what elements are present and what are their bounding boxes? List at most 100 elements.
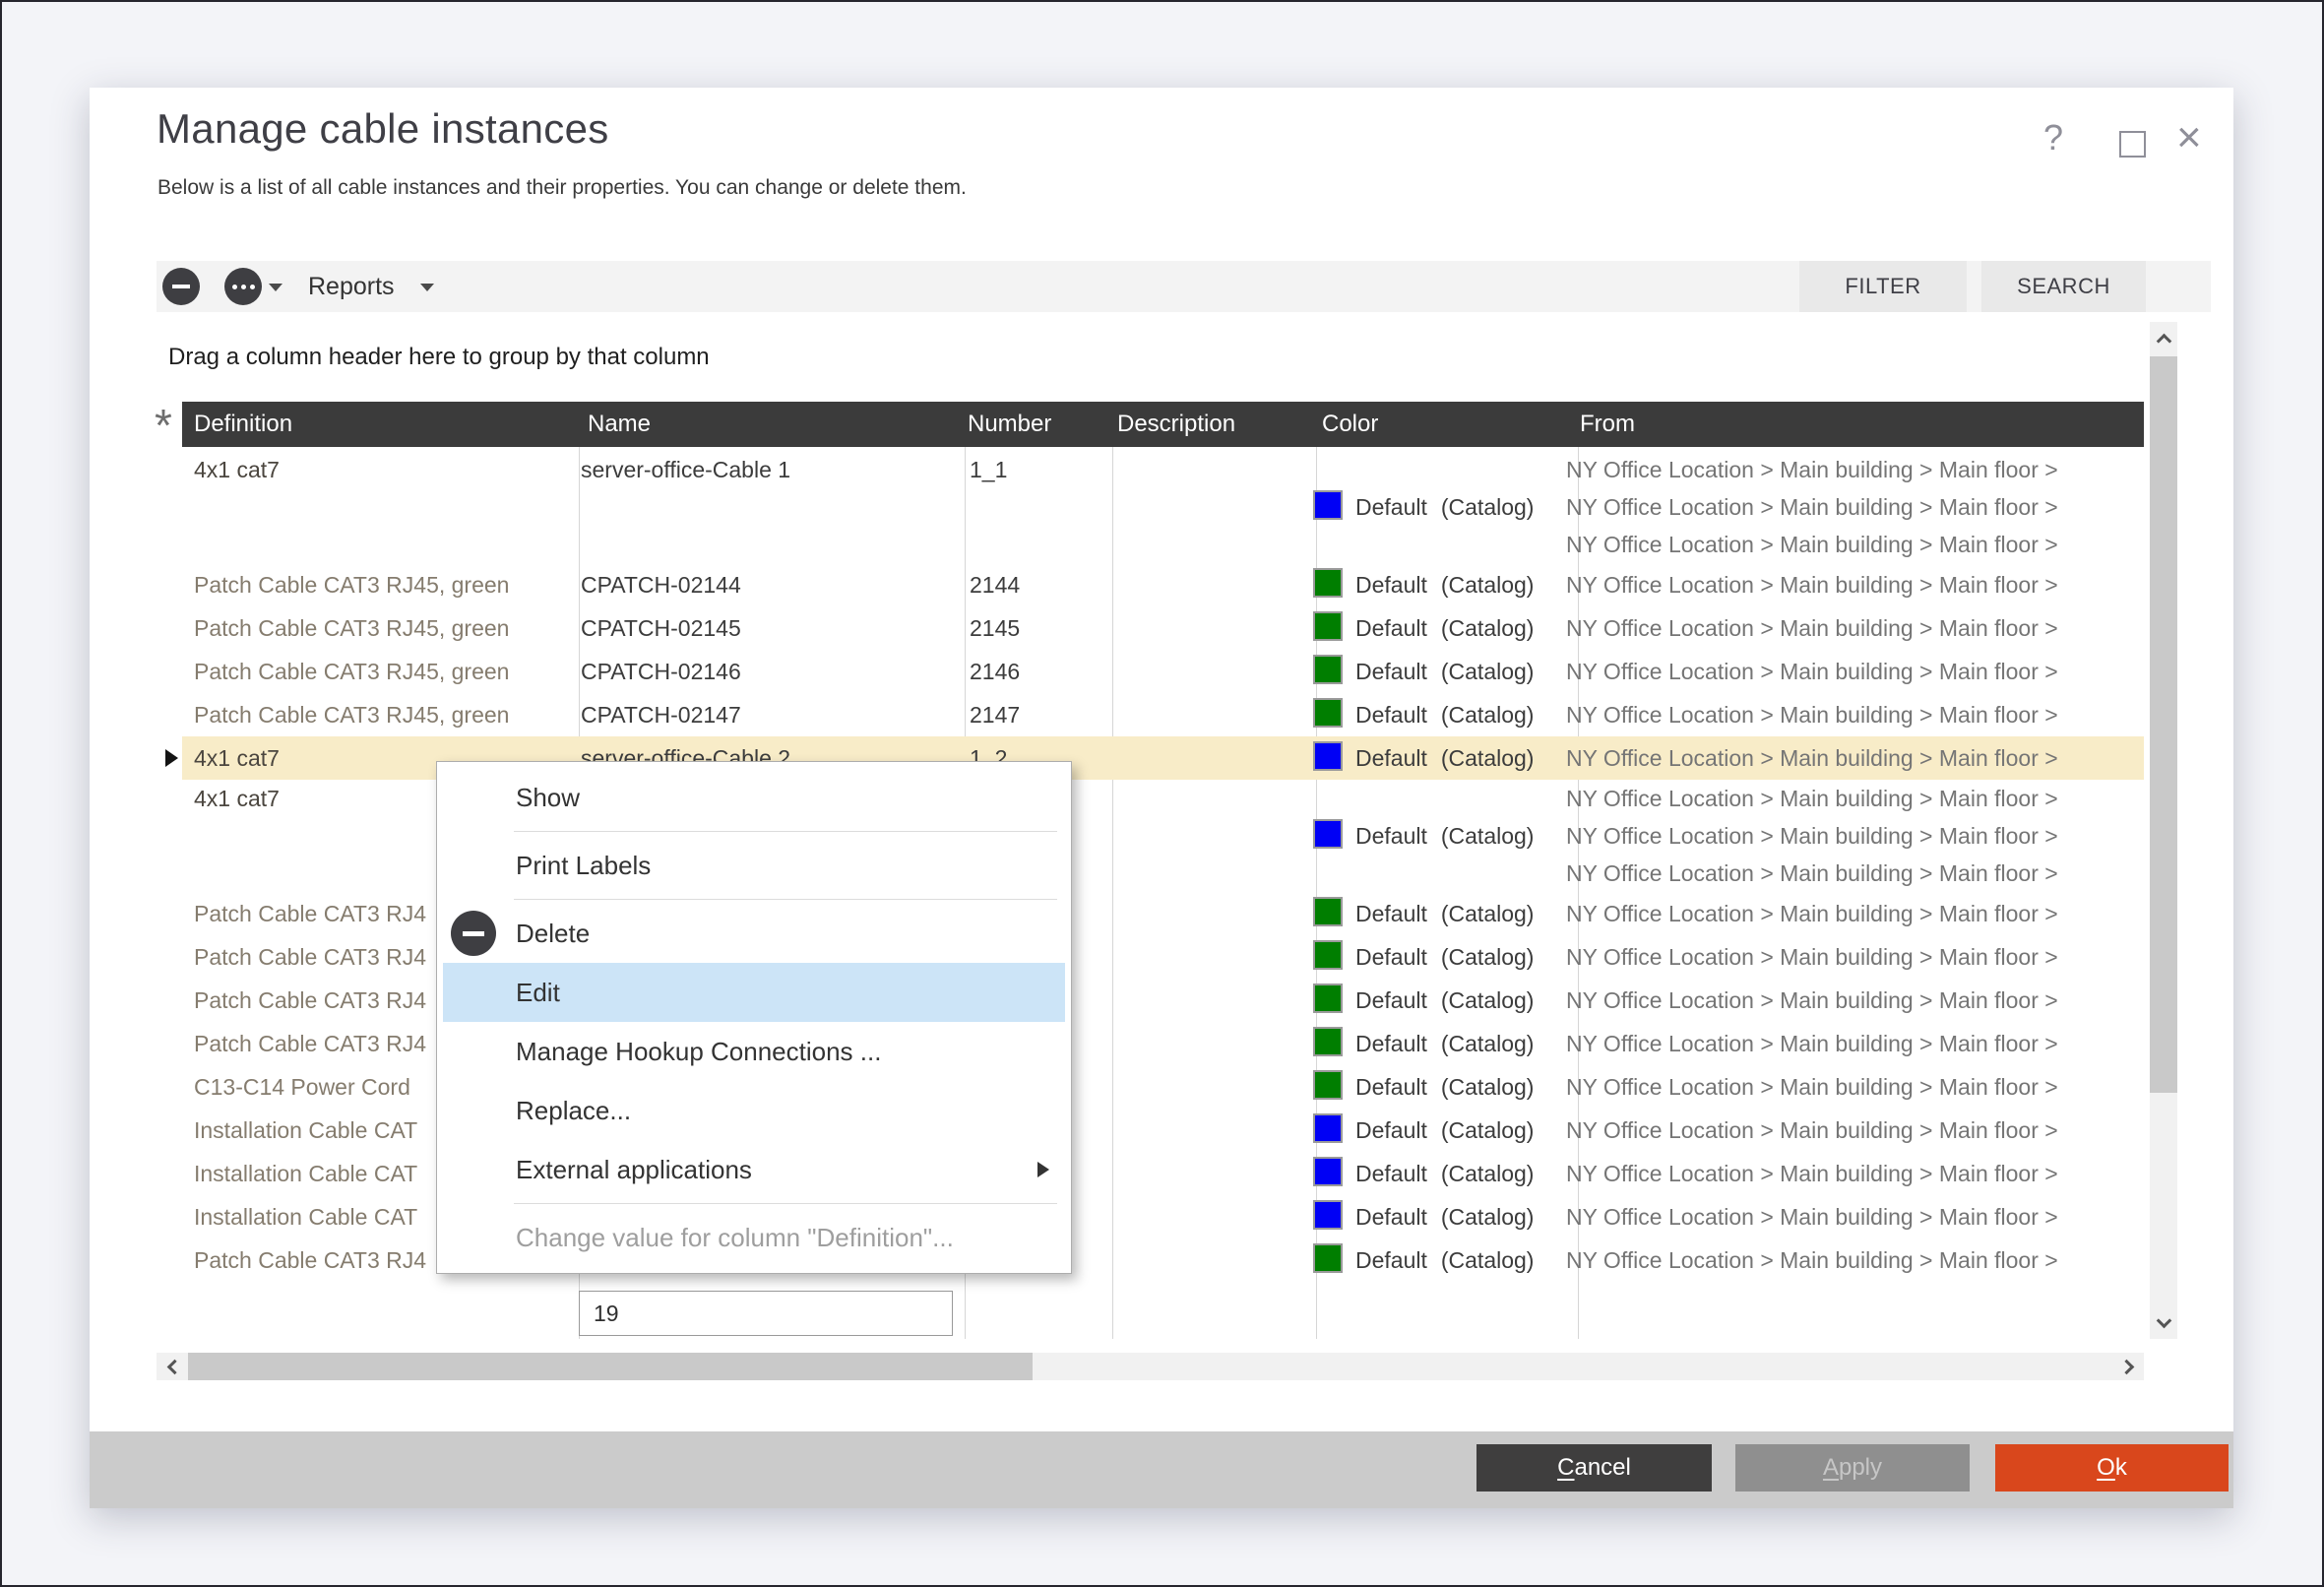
table-row[interactable]: Default(Catalog)NY Office Location > Mai…	[182, 488, 2144, 526]
cell-definition: Patch Cable CAT3 RJ45, green	[194, 606, 509, 650]
cell-color-label: Default(Catalog)	[1355, 650, 1534, 693]
cancel-button[interactable]: Cancel	[1476, 1444, 1712, 1492]
menu-item-label: Change value for column "Definition"...	[516, 1223, 954, 1252]
column-header-name[interactable]: Name	[588, 402, 651, 447]
color-swatch	[1313, 897, 1343, 926]
color-swatch	[1313, 1027, 1343, 1056]
chevron-down-icon[interactable]	[269, 284, 283, 291]
cell-from: NY Office Location > Main building > Mai…	[1566, 451, 2058, 488]
scroll-left-button[interactable]	[157, 1353, 188, 1380]
cell-definition: Patch Cable CAT3 RJ4	[194, 1238, 426, 1282]
menu-separator	[514, 831, 1057, 832]
page-subtitle: Below is a list of all cable instances a…	[157, 176, 967, 200]
color-source-label: (Catalog)	[1441, 702, 1535, 728]
table-row[interactable]: 4x1 cat7server-office-Cable 11_1NY Offic…	[182, 451, 2144, 488]
cell-from: NY Office Location > Main building > Mai…	[1566, 693, 2058, 736]
color-swatch	[1313, 819, 1343, 849]
cell-from: NY Office Location > Main building > Mai…	[1566, 1065, 2058, 1109]
cell-definition: Patch Cable CAT3 RJ4	[194, 892, 426, 935]
maximize-button[interactable]	[2119, 131, 2146, 158]
minus-circle-icon	[451, 911, 496, 956]
toolbar: Reports FILTER SEARCH	[157, 261, 2211, 312]
menu-item-edit[interactable]: Edit	[443, 963, 1065, 1022]
scroll-left-icon	[167, 1359, 183, 1374]
cell-color-label: Default(Catalog)	[1355, 1238, 1534, 1282]
delete-button[interactable]	[162, 268, 200, 305]
cell-from: NY Office Location > Main building > Mai…	[1566, 780, 2058, 817]
cell-from: NY Office Location > Main building > Mai…	[1566, 892, 2058, 935]
column-header-from[interactable]: From	[1580, 402, 1635, 447]
selected-row-marker-icon	[165, 749, 178, 767]
context-menu: Show Print Labels Delete Edit Manage Hookup …	[436, 761, 1072, 1274]
scroll-right-button[interactable]	[2112, 1353, 2144, 1380]
menu-item-manage-hookup-connections[interactable]: Manage Hookup Connections ...	[437, 1022, 1071, 1081]
menu-item-external-applications[interactable]: External applications	[437, 1140, 1071, 1199]
reports-dropdown[interactable]: Reports	[308, 261, 395, 312]
ellipsis-icon	[232, 285, 255, 289]
more-options-button[interactable]	[224, 268, 262, 305]
horizontal-scrollbar[interactable]	[157, 1353, 2144, 1380]
menu-item-label: Print Labels	[516, 851, 651, 880]
color-source-label: (Catalog)	[1441, 745, 1535, 771]
column-header-number[interactable]: Number	[968, 402, 1051, 447]
chevron-down-icon[interactable]	[420, 284, 434, 291]
table-row[interactable]: Patch Cable CAT3 RJ45, green CPATCH-02144…	[182, 563, 2144, 606]
close-button[interactable]: ×	[2176, 113, 2202, 162]
table-row[interactable]: Patch Cable CAT3 RJ45, greenCPATCH-02145…	[182, 606, 2144, 650]
vertical-scrollbar-thumb[interactable]	[2150, 356, 2177, 1093]
color-swatch	[1313, 984, 1343, 1013]
cell-name: CPATCH-02144	[581, 563, 741, 606]
cell-number: 2147	[970, 693, 1020, 736]
filter-button[interactable]: FILTER	[1799, 261, 1967, 312]
color-swatch	[1313, 698, 1343, 728]
footer-bar: Cancel Apply Ok	[90, 1431, 2233, 1508]
table-header: Definition Name Number Description Color…	[182, 402, 2144, 447]
page-title: Manage cable instances	[157, 105, 609, 153]
cell-from: NY Office Location > Main building > Mai…	[1566, 606, 2058, 650]
cell-definition: C13-C14 Power Cord	[194, 1065, 410, 1109]
color-source-label: (Catalog)	[1441, 1074, 1535, 1100]
scroll-up-button[interactable]	[2150, 322, 2177, 355]
scroll-down-icon	[2156, 1312, 2171, 1328]
horizontal-scrollbar-thumb[interactable]	[188, 1353, 1033, 1380]
cell-color-label: Default(Catalog)	[1355, 1109, 1534, 1152]
menu-item-label: Edit	[516, 978, 560, 1007]
ok-button[interactable]: Ok	[1995, 1444, 2229, 1492]
color-swatch	[1313, 1243, 1343, 1273]
cell-color-label: Default(Catalog)	[1355, 817, 1534, 855]
color-swatch	[1313, 741, 1343, 771]
color-swatch	[1313, 1070, 1343, 1100]
cell-definition: Patch Cable CAT3 RJ45, green	[194, 563, 509, 606]
cell-definition: 4x1 cat7	[194, 451, 280, 488]
scroll-down-button[interactable]	[2150, 1305, 2177, 1339]
column-header-color[interactable]: Color	[1322, 402, 1378, 447]
search-button[interactable]: SEARCH	[1981, 261, 2146, 312]
menu-item-show[interactable]: Show	[437, 768, 1071, 827]
cell-definition: Patch Cable CAT3 RJ4	[194, 935, 426, 979]
column-header-description[interactable]: Description	[1117, 402, 1235, 447]
menu-item-replace[interactable]: Replace...	[437, 1081, 1071, 1140]
cell-from: NY Office Location > Main building > Mai…	[1566, 1109, 2058, 1152]
cell-color-label: Default(Catalog)	[1355, 892, 1534, 935]
menu-item-print-labels[interactable]: Print Labels	[437, 836, 1071, 895]
apply-button[interactable]: Apply	[1735, 1444, 1970, 1492]
menu-item-label: Replace...	[516, 1096, 631, 1125]
color-source-label: (Catalog)	[1441, 944, 1535, 970]
color-swatch	[1313, 490, 1343, 520]
help-button[interactable]: ?	[2043, 117, 2063, 159]
menu-item-delete[interactable]: Delete	[437, 904, 1071, 963]
cell-color-label: Default(Catalog)	[1355, 1022, 1534, 1065]
cell-color-label: Default(Catalog)	[1355, 1152, 1534, 1195]
menu-separator	[514, 1203, 1057, 1204]
vertical-scrollbar[interactable]	[2150, 322, 2177, 1339]
cell-from: NY Office Location > Main building > Mai…	[1566, 488, 2058, 526]
cell-editor[interactable]: 19	[579, 1291, 953, 1336]
cell-definition: Patch Cable CAT3 RJ4	[194, 979, 426, 1022]
cell-from: NY Office Location > Main building > Mai…	[1566, 650, 2058, 693]
table-row[interactable]: NY Office Location > Main building > Mai…	[182, 526, 2144, 563]
cell-from: NY Office Location > Main building > Mai…	[1566, 736, 2058, 780]
table-row[interactable]: Patch Cable CAT3 RJ45, greenCPATCH-02146…	[182, 650, 2144, 693]
column-header-definition[interactable]: Definition	[194, 402, 292, 447]
table-row[interactable]: Patch Cable CAT3 RJ45, greenCPATCH-02147…	[182, 693, 2144, 736]
cell-color-label: Default(Catalog)	[1355, 563, 1534, 606]
